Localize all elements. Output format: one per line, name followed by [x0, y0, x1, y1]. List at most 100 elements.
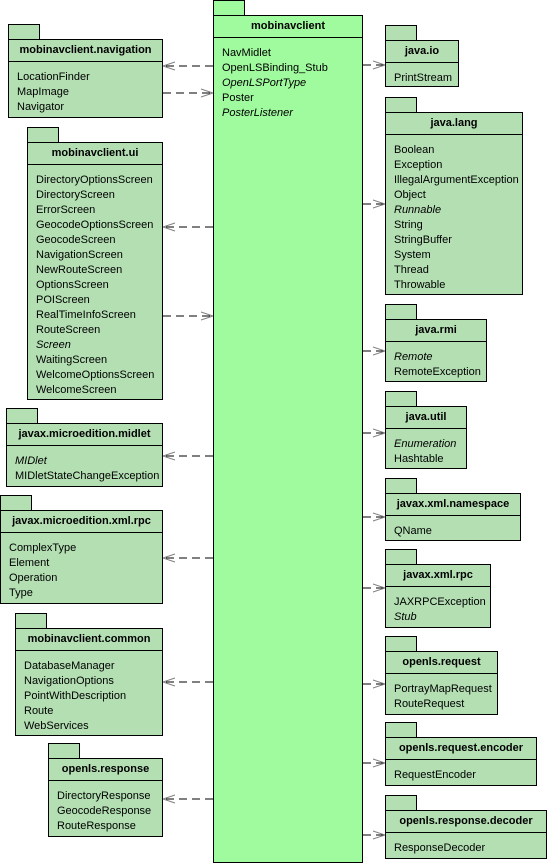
package-box: javax.microedition.xml.rpc ComplexType El… — [0, 510, 163, 604]
package-name: java.lang — [386, 113, 522, 135]
class-list: MIDlet MIDletStateChangeException — [7, 446, 162, 484]
package-box: java.rmi Remote RemoteException — [385, 319, 487, 382]
class-item[interactable]: Object — [394, 188, 522, 203]
class-item[interactable]: NewRouteScreen — [36, 263, 162, 278]
class-item[interactable]: DirectoryScreen — [36, 188, 162, 203]
class-item[interactable]: Boolean — [394, 143, 522, 158]
class-item[interactable]: NavMidlet — [222, 46, 362, 61]
class-item[interactable]: RouteResponse — [57, 819, 162, 834]
class-item[interactable]: Thread — [394, 263, 522, 278]
package-name: openls.response — [49, 759, 162, 781]
class-item[interactable]: ResponseDecoder — [394, 841, 546, 856]
package-tab — [385, 391, 417, 407]
package-tab — [385, 304, 417, 320]
class-item[interactable]: JAXRPCException — [394, 595, 490, 610]
package-box: java.io PrintStream — [385, 40, 459, 87]
package-center[interactable]: mobinavclient NavMidlet OpenLSBinding_Stu… — [213, 0, 363, 863]
class-item[interactable]: StringBuffer — [394, 233, 522, 248]
class-item[interactable]: Element — [9, 556, 162, 571]
class-item[interactable]: PointWithDescription — [24, 689, 162, 704]
class-item[interactable]: RequestEncoder — [394, 768, 536, 783]
class-item[interactable]: MapImage — [17, 85, 162, 100]
class-item[interactable]: Hashtable — [394, 452, 466, 467]
package-javalang[interactable]: java.lang Boolean Exception IllegalArgumen… — [385, 97, 523, 295]
class-item[interactable]: Runnable — [394, 203, 522, 218]
package-encoder[interactable]: openls.request.encoder RequestEncoder — [385, 722, 537, 786]
class-item[interactable]: NavigationOptions — [24, 674, 162, 689]
package-tab — [0, 495, 32, 511]
package-common[interactable]: mobinavclient.common DatabaseManager Navi… — [15, 613, 163, 736]
class-item[interactable]: Route — [24, 704, 162, 719]
class-item[interactable]: Stub — [394, 610, 490, 625]
class-list: DirectoryResponse GeocodeResponse RouteRes… — [49, 781, 162, 834]
package-tab — [385, 478, 417, 494]
package-javautil[interactable]: java.util Enumeration Hashtable — [385, 391, 467, 469]
package-navigation[interactable]: mobinavclient.navigation LocationFinder M… — [8, 24, 163, 118]
class-item[interactable]: PrintStream — [394, 71, 458, 86]
class-item[interactable]: WelcomeScreen — [36, 383, 162, 398]
class-item[interactable]: POIScreen — [36, 293, 162, 308]
class-item[interactable]: Operation — [9, 571, 162, 586]
package-decoder[interactable]: openls.response.decoder ResponseDecoder — [385, 795, 547, 859]
package-tab — [385, 722, 417, 738]
class-item[interactable]: MIDletStateChangeException — [15, 469, 162, 484]
class-item[interactable]: Poster — [222, 91, 362, 106]
package-request[interactable]: openls.request PortrayMapRequest RouteReq… — [385, 636, 498, 715]
class-item[interactable]: OpenLSPortType — [222, 76, 362, 91]
class-item[interactable]: RemoteException — [394, 365, 486, 380]
class-item[interactable]: RouteRequest — [394, 697, 497, 712]
class-list: Remote RemoteException — [386, 342, 486, 380]
class-item[interactable]: OptionsScreen — [36, 278, 162, 293]
class-item[interactable]: DirectoryResponse — [57, 789, 162, 804]
package-box: openls.request PortrayMapRequest RouteReq… — [385, 651, 498, 715]
class-list: Boolean Exception IllegalArgumentException… — [386, 135, 522, 293]
package-tab — [15, 613, 47, 629]
package-xmlns[interactable]: javax.xml.namespace QName — [385, 478, 521, 541]
class-item[interactable]: String — [394, 218, 522, 233]
class-item[interactable]: Navigator — [17, 100, 162, 115]
class-item[interactable]: Screen — [36, 338, 162, 353]
class-item[interactable]: QName — [394, 524, 520, 539]
class-item[interactable]: GeocodeScreen — [36, 233, 162, 248]
class-item[interactable]: GeocodeResponse — [57, 804, 162, 819]
package-javarmi[interactable]: java.rmi Remote RemoteException — [385, 304, 487, 382]
package-response[interactable]: openls.response DirectoryResponse Geocode… — [48, 743, 163, 837]
class-item[interactable]: WaitingScreen — [36, 353, 162, 368]
class-item[interactable]: OpenLSBinding_Stub — [222, 61, 362, 76]
class-item[interactable]: WebServices — [24, 719, 162, 734]
package-tab — [385, 795, 417, 811]
class-item[interactable]: ErrorScreen — [36, 203, 162, 218]
class-item[interactable]: NavigationScreen — [36, 248, 162, 263]
class-item[interactable]: ComplexType — [9, 541, 162, 556]
package-tab — [27, 127, 59, 143]
package-tab — [385, 549, 417, 565]
package-name: java.io — [386, 41, 458, 63]
class-item[interactable]: Throwable — [394, 278, 522, 293]
package-box: java.util Enumeration Hashtable — [385, 406, 467, 469]
class-item[interactable]: Remote — [394, 350, 486, 365]
class-item[interactable]: MIDlet — [15, 454, 162, 469]
class-item[interactable]: System — [394, 248, 522, 263]
class-item[interactable]: LocationFinder — [17, 70, 162, 85]
class-item[interactable]: Type — [9, 586, 162, 601]
class-item[interactable]: Exception — [394, 158, 522, 173]
package-midlet[interactable]: javax.microedition.midlet MIDlet MIDletSt… — [6, 408, 163, 487]
package-name: mobinavclient.ui — [28, 143, 162, 165]
class-item[interactable]: PosterListener — [222, 106, 362, 121]
class-item[interactable]: RealTimeInfoScreen — [36, 308, 162, 323]
class-item[interactable]: DatabaseManager — [24, 659, 162, 674]
package-mexmlrpc[interactable]: javax.microedition.xml.rpc ComplexType El… — [0, 495, 163, 604]
class-item[interactable]: WelcomeOptionsScreen — [36, 368, 162, 383]
class-item[interactable]: PortrayMapRequest — [394, 682, 497, 697]
class-item[interactable]: Enumeration — [394, 437, 466, 452]
class-item[interactable]: RouteScreen — [36, 323, 162, 338]
package-box: mobinavclient NavMidlet OpenLSBinding_Stu… — [213, 15, 363, 863]
package-box: openls.response.decoder ResponseDecoder — [385, 810, 547, 859]
package-javaio[interactable]: java.io PrintStream — [385, 25, 459, 87]
class-item[interactable]: IllegalArgumentException — [394, 173, 522, 188]
package-xmlrpc[interactable]: javax.xml.rpc JAXRPCException Stub — [385, 549, 491, 628]
class-list: PortrayMapRequest RouteRequest — [386, 674, 497, 712]
class-item[interactable]: DirectoryOptionsScreen — [36, 173, 162, 188]
package-ui[interactable]: mobinavclient.ui DirectoryOptionsScreen D… — [27, 127, 163, 400]
class-item[interactable]: GeocodeOptionsScreen — [36, 218, 162, 233]
